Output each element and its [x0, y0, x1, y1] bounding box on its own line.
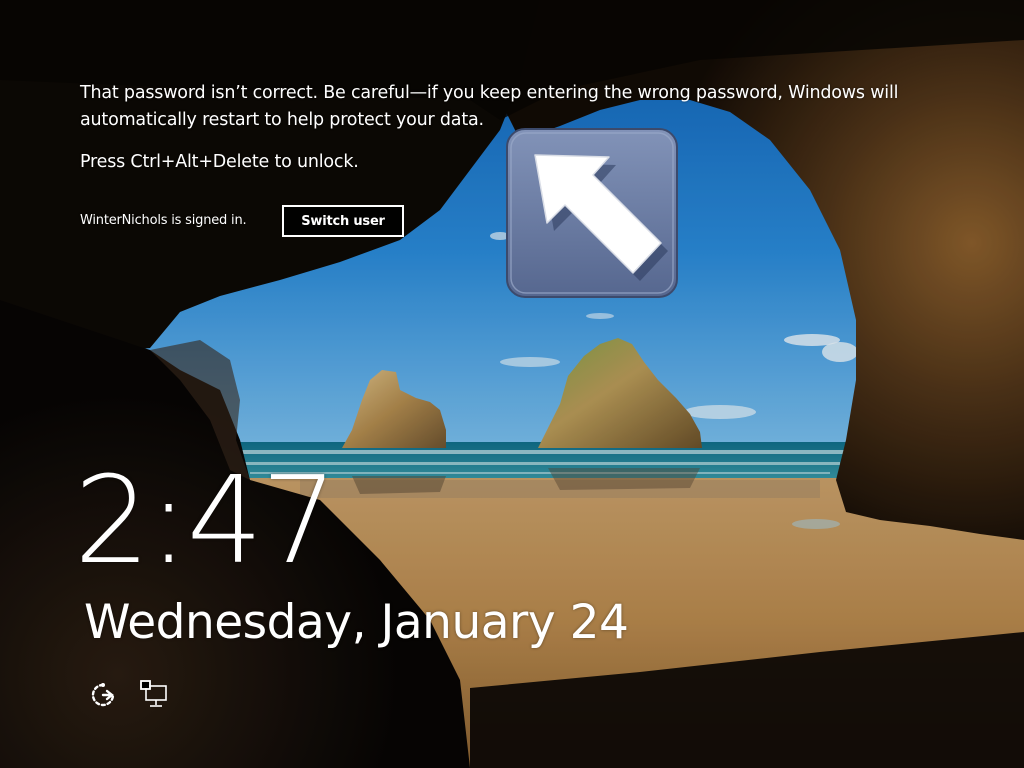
incorrect-password-message: That password isn’t correct. Be careful—… [80, 83, 899, 130]
switch-user-button[interactable]: Switch user [282, 205, 404, 237]
clock-date: Wednesday, January 24 [84, 595, 629, 650]
ease-of-access-icon[interactable] [88, 680, 118, 710]
network-icon[interactable] [140, 680, 170, 710]
clock-time: 2:47 [74, 452, 337, 591]
up-left-arrow-icon [506, 128, 678, 298]
unlock-hint: Press Ctrl+Alt+Delete to unlock. [80, 152, 359, 172]
lock-screen: That password isn’t correct. Be careful—… [0, 0, 1024, 768]
signed-in-user-text: WinterNichols is signed in. [80, 213, 247, 228]
